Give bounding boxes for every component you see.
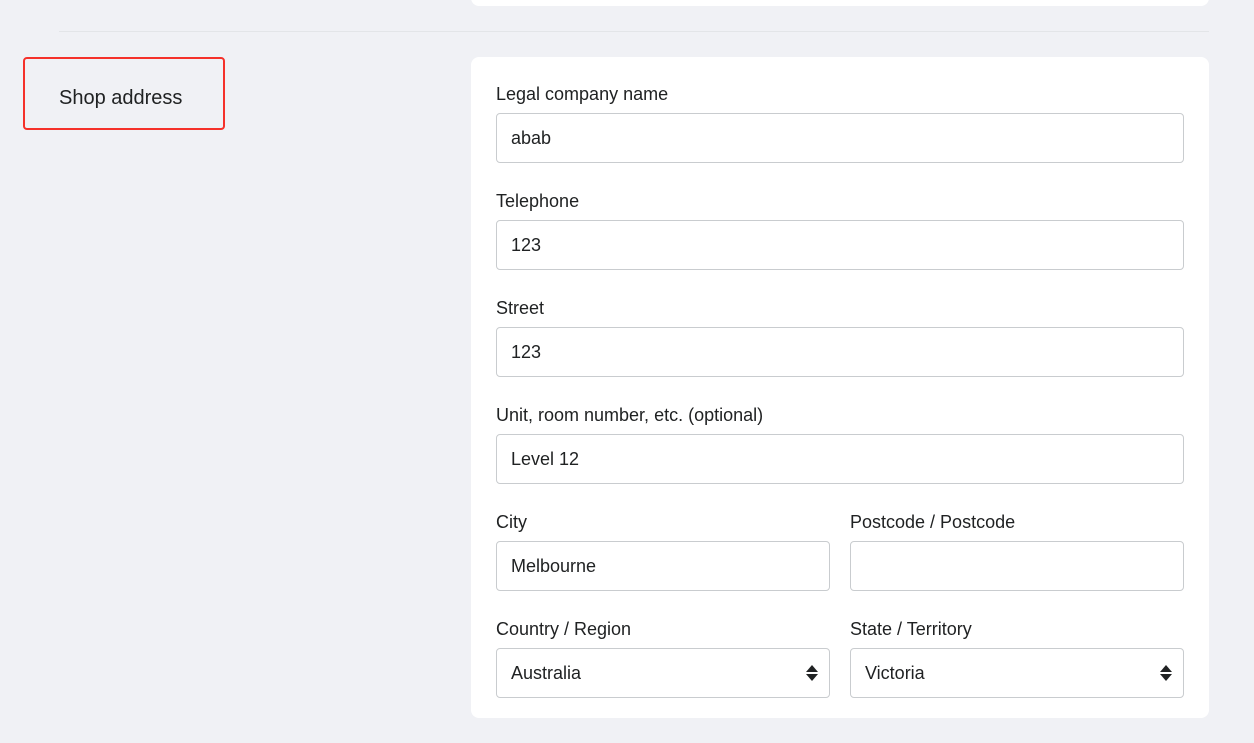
shop-address-card: Legal company name Telephone Street Unit…: [471, 57, 1209, 718]
company-name-label: Legal company name: [496, 84, 669, 104]
unit-input[interactable]: [496, 434, 1184, 484]
street-field: Street: [496, 297, 1184, 377]
country-label: Country / Region: [496, 619, 632, 639]
shop-settings-page: Shop address Legal company name Telephon…: [0, 0, 1254, 743]
section-title: Shop address: [59, 87, 183, 109]
select-arrows-icon: [1160, 665, 1172, 681]
state-selected-value: Victoria: [865, 663, 925, 683]
postcode-label: Postcode / Postcode: [850, 512, 1016, 532]
postcode-field: Postcode / Postcode: [850, 511, 1184, 591]
section-divider: [59, 31, 1209, 32]
country-select[interactable]: Australia: [496, 648, 830, 698]
company-name-field: Legal company name: [496, 83, 1184, 163]
state-select[interactable]: Victoria: [850, 648, 1184, 698]
company-name-input[interactable]: [496, 113, 1184, 163]
country-selected-value: Australia: [511, 663, 582, 683]
telephone-input[interactable]: [496, 220, 1184, 270]
telephone-label: Telephone: [496, 191, 580, 211]
unit-field: Unit, room number, etc. (optional): [496, 404, 1184, 484]
street-label: Street: [496, 298, 545, 318]
state-label: State / Territory: [850, 619, 972, 639]
postcode-input[interactable]: [850, 541, 1184, 591]
city-label: City: [496, 512, 527, 532]
country-field: Country / Region Australia: [496, 618, 830, 698]
telephone-field: Telephone: [496, 190, 1184, 270]
state-field: State / Territory Victoria: [850, 618, 1184, 698]
street-input[interactable]: [496, 327, 1184, 377]
select-arrows-icon: [806, 665, 818, 681]
unit-label: Unit, room number, etc. (optional): [496, 405, 764, 425]
previous-section-card: [471, 0, 1209, 6]
city-input[interactable]: [496, 541, 830, 591]
city-field: City: [496, 511, 830, 591]
